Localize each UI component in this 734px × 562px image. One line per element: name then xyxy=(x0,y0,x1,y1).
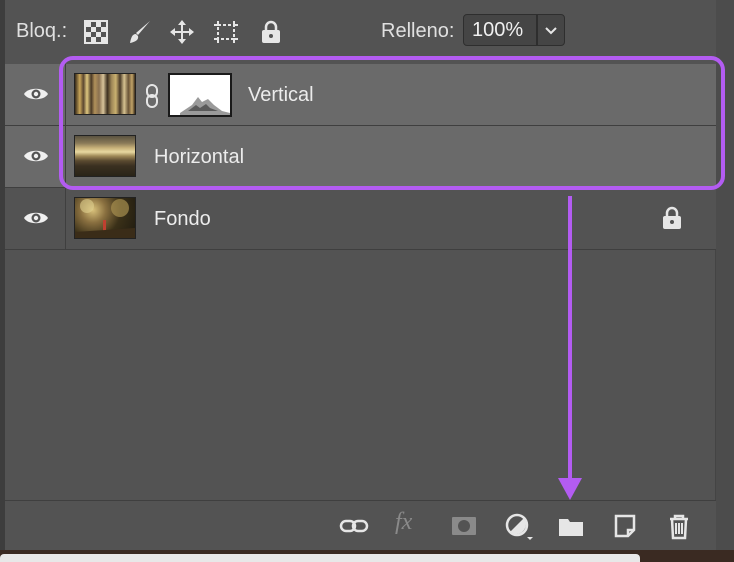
fill-dropdown-button[interactable] xyxy=(537,14,565,46)
fill-label: Relleno: xyxy=(381,20,455,42)
eye-icon xyxy=(24,212,48,224)
layer-name[interactable]: Vertical xyxy=(248,84,314,107)
eye-icon xyxy=(24,88,48,100)
layer-name[interactable]: Fondo xyxy=(154,208,211,231)
fx-icon[interactable]: fx xyxy=(395,509,425,539)
layers-lock-bar: Bloq.: Relleno: 100% xyxy=(5,0,716,65)
visibility-toggle[interactable] xyxy=(5,126,66,187)
mask-shape-icon xyxy=(180,97,230,115)
forest-photo-icon xyxy=(75,199,135,238)
lock-image-pixels-icon[interactable] xyxy=(126,18,154,46)
link-layers-icon[interactable] xyxy=(339,511,369,541)
delete-layer-icon[interactable] xyxy=(664,511,694,541)
layer-mask-thumbnail[interactable] xyxy=(168,73,232,117)
lock-artboard-icon[interactable] xyxy=(212,18,240,46)
lock-label: Bloq.: xyxy=(16,20,68,42)
window-bottom-edge xyxy=(0,550,734,562)
next-panel-edge xyxy=(0,554,640,562)
layer-row-fondo[interactable]: Fondo xyxy=(5,188,716,250)
new-layer-icon[interactable] xyxy=(610,511,640,541)
layer-thumbnail[interactable] xyxy=(74,197,136,239)
visibility-toggle[interactable] xyxy=(5,188,66,249)
panel-scrollbar[interactable] xyxy=(715,0,734,550)
layer-thumbnail[interactable] xyxy=(74,73,136,115)
layer-lock-icon xyxy=(661,206,683,235)
fill-input[interactable]: 100% xyxy=(463,14,537,46)
new-group-folder-icon[interactable] xyxy=(556,511,586,541)
visibility-toggle[interactable] xyxy=(5,64,66,125)
adjustment-layer-icon[interactable] xyxy=(503,511,533,541)
eye-icon xyxy=(24,150,48,162)
chevron-down-icon xyxy=(545,27,557,35)
layer-row-horizontal[interactable]: Horizontal xyxy=(5,126,716,188)
add-mask-icon[interactable] xyxy=(449,511,479,541)
layer-name[interactable]: Horizontal xyxy=(154,146,244,169)
lock-position-icon[interactable] xyxy=(168,18,196,46)
layer-row-vertical[interactable]: Vertical xyxy=(5,64,716,126)
mask-link-icon[interactable] xyxy=(144,84,160,113)
layer-thumbnail[interactable] xyxy=(74,135,136,177)
lock-transparent-pixels-icon[interactable] xyxy=(82,18,110,46)
layers-bottom-toolbar: fx xyxy=(5,500,716,551)
lock-all-icon[interactable] xyxy=(257,18,285,46)
